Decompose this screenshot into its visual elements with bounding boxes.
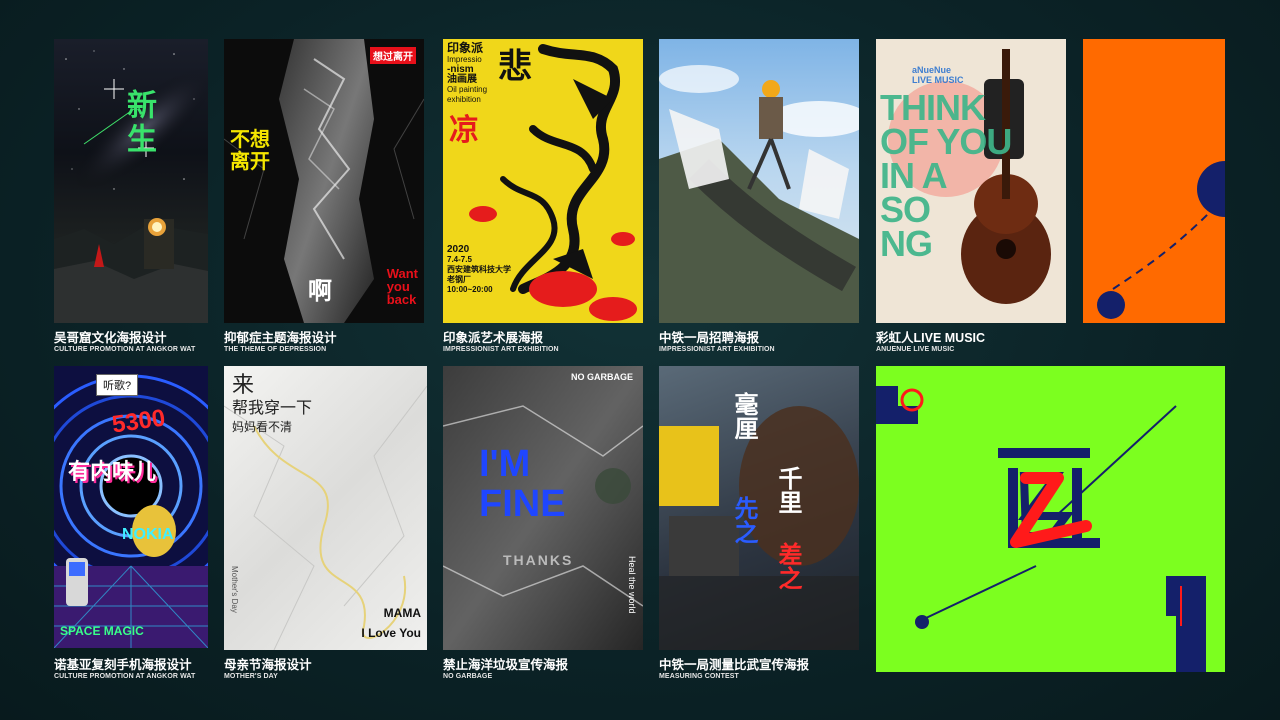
poster-measuring[interactable]: 毫厘 先之 千里 差之 xyxy=(659,366,859,650)
orange-artwork xyxy=(1097,161,1225,319)
anuenue-line: IN A xyxy=(880,155,948,196)
imp-cn-title: 印象派 xyxy=(447,41,484,55)
poster-subtitle: MOTHER'S DAY xyxy=(224,673,278,680)
poster-subtitle: THE THEME OF DEPRESSION xyxy=(224,346,327,353)
poster-title: 彩虹人LIVE MUSIC xyxy=(876,331,986,345)
imp-line: Oil painting xyxy=(447,85,488,94)
anuenue-line: OF YOU xyxy=(880,121,1012,162)
mothers-line: 帮我穿一下 xyxy=(232,398,313,417)
en-line: back xyxy=(386,292,417,307)
anuenue-line: SO xyxy=(880,189,931,230)
poster-depression[interactable]: 想过离开 不想离开 啊 Want you back xyxy=(224,39,424,323)
poster-title: 抑郁症主题海报设计 xyxy=(224,331,337,345)
poster-title: 吴哥窟文化海报设计 xyxy=(54,331,167,345)
poster-subtitle: IMPRESSIONIST ART EXHIBITION xyxy=(443,346,559,353)
imp-big-char: 悲 xyxy=(498,47,532,87)
garbage-small: THANKS xyxy=(503,552,574,568)
mothers-mama: MAMA xyxy=(383,606,421,620)
imp-dates: 7.4-7.5 xyxy=(447,255,472,264)
imp-venue: 西安建筑科技大学 xyxy=(447,265,511,274)
poster-railway[interactable] xyxy=(659,39,859,323)
poster-subtitle: IMPRESSIONIST ART EXHIBITION xyxy=(659,346,775,353)
anuenue-brand: aNueNue LIVE MUSIC xyxy=(912,65,964,85)
garbage-top: NO GARBAGE xyxy=(570,372,633,382)
anuenue-line: THINK xyxy=(880,87,986,128)
depression-tag: 想过离开 xyxy=(370,47,416,64)
anuenue-brand-name: aNueNue xyxy=(912,65,952,75)
nokia-slogan: 有内味儿 xyxy=(68,459,157,484)
imp-venue: 老钢厂 xyxy=(447,275,471,284)
depression-headline: 不想离开 xyxy=(230,129,270,173)
imp-big-char-2: 凉 xyxy=(449,113,479,148)
garbage-big-2: FINE xyxy=(479,483,566,525)
nokia-logo: NOKIA xyxy=(122,526,174,543)
mothers-line: 来 xyxy=(232,373,255,398)
poster-anuenue[interactable]: aNueNue LIVE MUSIC THINK OF YOU IN A SO … xyxy=(876,39,1066,323)
mothers-text: 来 帮我穿一下 妈妈看不清 xyxy=(232,374,312,436)
railway-artwork xyxy=(659,65,859,323)
imp-year: 2020 xyxy=(447,244,470,255)
measuring-c2: 先之 xyxy=(730,496,759,544)
poster-subtitle: ANUENUE LIVE MUSIC xyxy=(876,346,955,353)
mothers-love: I Love You xyxy=(361,626,421,640)
imp-line: 油画展 xyxy=(447,74,477,85)
measuring-c3: 千里 xyxy=(774,466,803,514)
angkor-artwork xyxy=(54,50,208,323)
poster-angkor[interactable]: 新生 xyxy=(54,39,208,323)
poster-mothers[interactable]: 来 帮我穿一下 妈妈看不清 Mother's Day MAMA I Love Y… xyxy=(224,366,427,650)
anuenue-band: LIVE MUSIC xyxy=(912,75,964,85)
poster-subtitle: CULTURE PROMOTION AT ANGKOR WAT xyxy=(54,346,196,353)
measuring-c4: 差之 xyxy=(774,542,803,590)
mothers-line: 妈妈看不清 xyxy=(232,420,293,434)
poster-garbage[interactable]: NO GARBAGE I'M FINE THANKS Heal the worl… xyxy=(443,366,643,650)
poster-title: 印象派艺术展海报 xyxy=(443,331,544,345)
poster-title: 母亲节海报设计 xyxy=(224,658,312,672)
poster-impressionism[interactable]: 印象派 Impressio -nism 油画展 Oil painting exh… xyxy=(443,39,643,323)
poster-title: 中铁一局招聘海报 xyxy=(659,331,760,345)
poster-title: 禁止海洋垃圾宣传海报 xyxy=(443,658,569,672)
poster-subtitle: CULTURE PROMOTION AT ANGKOR WAT xyxy=(54,673,196,680)
garbage-side: Heal the world xyxy=(627,556,637,614)
angkor-headline: 新生 xyxy=(121,89,156,157)
poster-nokia[interactable]: 听歌? 5300 有内味儿 NOKIA SPACE MAGIC xyxy=(54,366,208,648)
poster-orange[interactable] xyxy=(1083,39,1225,323)
garbage-big-1: I'M xyxy=(479,443,531,485)
garbage-big: I'M FINE xyxy=(479,444,566,524)
anuenue-lines: THINK OF YOU IN A SO NG xyxy=(880,87,1012,264)
anuenue-line: NG xyxy=(880,223,933,264)
imp-time: 10:00~20:00 xyxy=(447,285,493,294)
poster-title: 中铁一局测量比武宣传海报 xyxy=(659,658,810,672)
nokia-foot: SPACE MAGIC xyxy=(60,624,144,638)
nokia-bubble: 听歌? xyxy=(96,374,139,396)
poster-subtitle: NO GARBAGE xyxy=(443,673,493,680)
measuring-c1: 毫厘 xyxy=(730,392,759,440)
poster-lime[interactable] xyxy=(876,366,1225,672)
depression-en: Want you back xyxy=(387,267,418,306)
depression-bottom: 啊 xyxy=(308,278,332,305)
poster-subtitle: MEASURING CONTEST xyxy=(659,673,739,680)
imp-text-block: 印象派 Impressio -nism 油画展 Oil painting exh… xyxy=(447,41,487,105)
imp-line: exhibition xyxy=(447,95,481,104)
poster-title: 诺基亚复刻手机海报设计 xyxy=(54,658,192,672)
imp-info: 2020 7.4-7.5 西安建筑科技大学 老钢厂 10:00~20:00 xyxy=(447,245,511,295)
lime-artwork xyxy=(876,386,1206,672)
mothers-side: Mother's Day xyxy=(230,566,239,613)
